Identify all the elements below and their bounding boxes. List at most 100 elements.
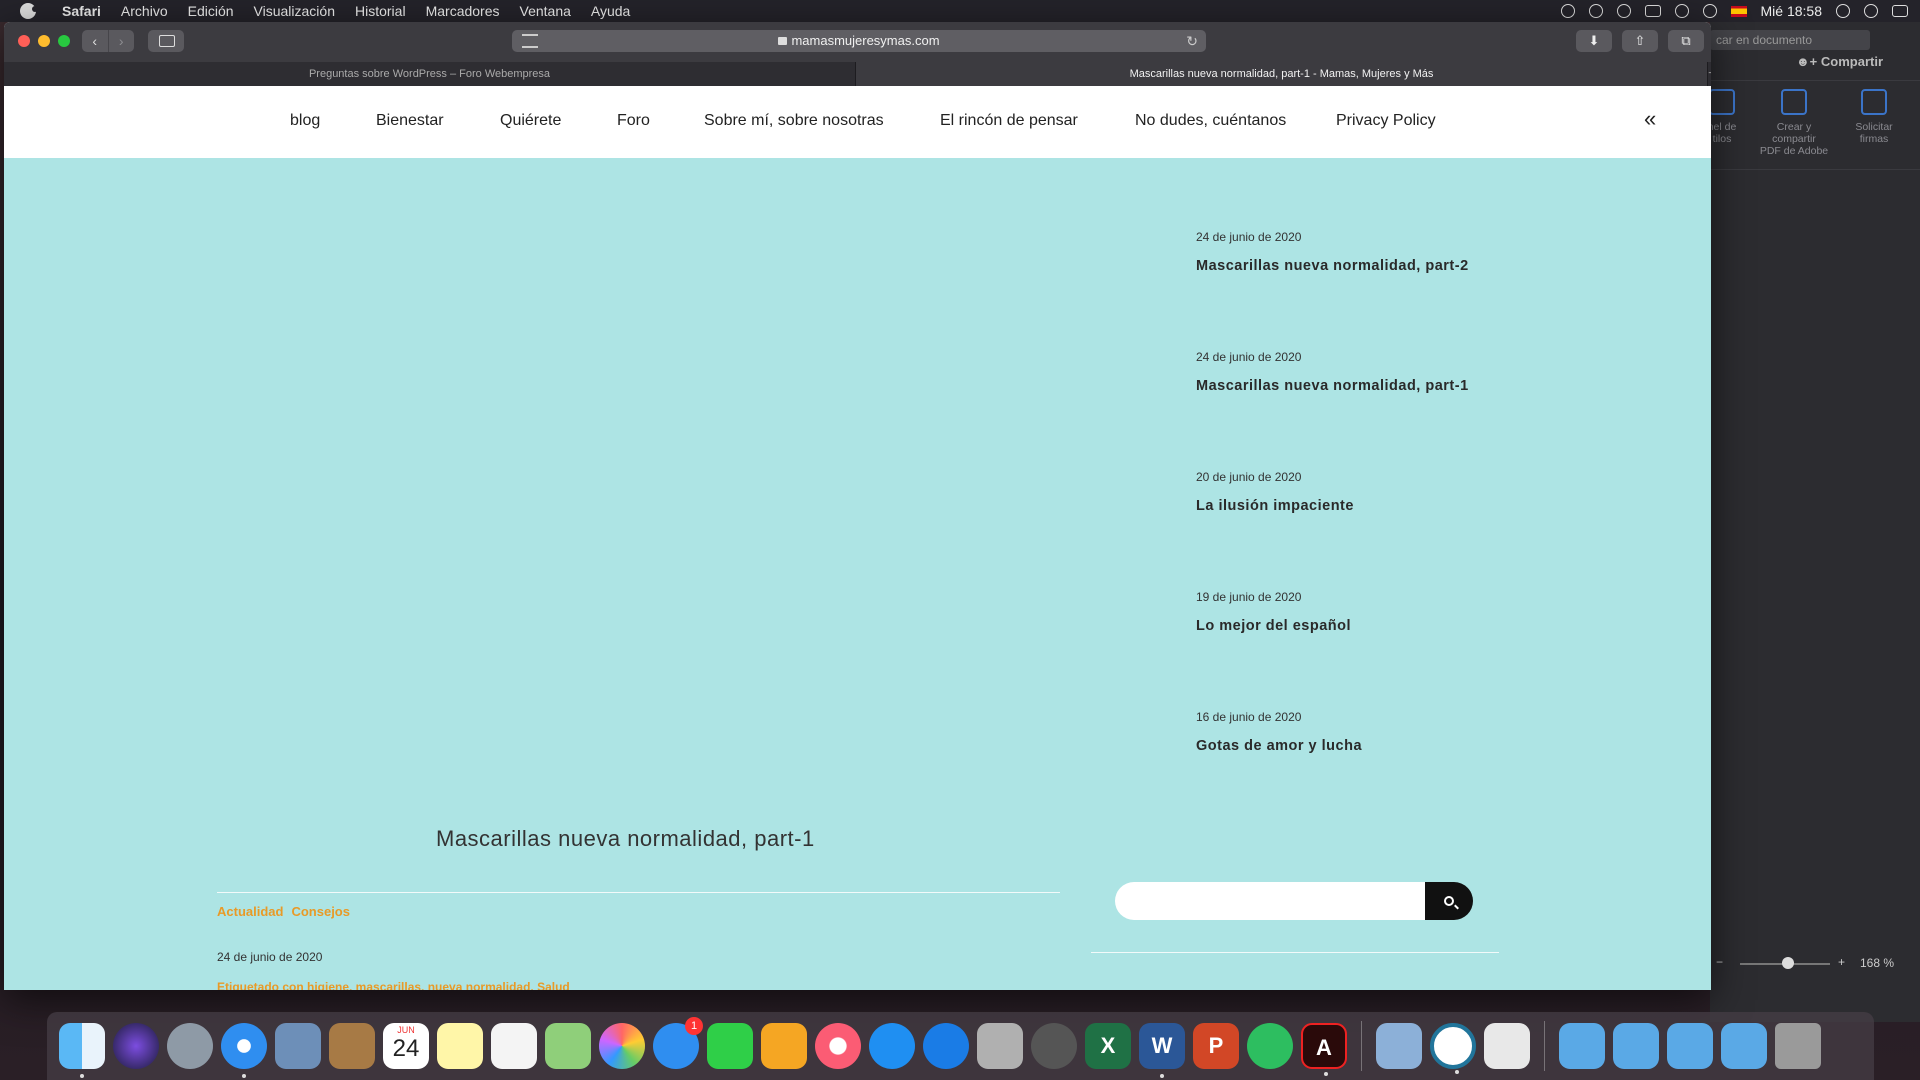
messages-icon[interactable]: 1 [653, 1017, 703, 1069]
forward-button[interactable]: › [107, 30, 135, 52]
menu-visualizacion[interactable]: Visualización [254, 3, 335, 19]
time-machine-icon[interactable] [1588, 4, 1603, 18]
siri-icon[interactable] [1864, 4, 1878, 18]
spotlight-search-icon[interactable] [1836, 4, 1850, 18]
input-source-flag-icon[interactable] [1730, 5, 1747, 17]
photos-icon[interactable] [599, 1023, 645, 1069]
calendar-icon[interactable]: 24 [383, 1023, 429, 1069]
acrobat-tool-create-share[interactable]: Crear y compartir PDF de Adobe [1754, 89, 1834, 157]
menu-ayuda[interactable]: Ayuda [591, 3, 630, 19]
volume-icon[interactable] [1702, 4, 1717, 18]
launchpad-icon[interactable] [167, 1023, 213, 1069]
creative-cloud-icon[interactable] [1560, 4, 1575, 18]
nav-no-dudes[interactable]: No dudes, cuéntanos [1135, 112, 1286, 130]
apple-icon[interactable] [20, 3, 38, 19]
downloads-folder-icon[interactable] [1559, 1023, 1605, 1069]
tab-mascarillas-active[interactable]: Mascarillas nueva normalidad, part-1 - M… [856, 62, 1708, 86]
recent-post-link[interactable]: Mascarillas nueva normalidad, part-1 [1196, 378, 1469, 394]
menu-marcadores[interactable]: Marcadores [426, 3, 500, 19]
reminders-icon[interactable] [491, 1023, 537, 1069]
itunes-icon[interactable] [815, 1023, 861, 1069]
nav-foro[interactable]: Foro [617, 112, 650, 130]
menu-historial[interactable]: Historial [355, 3, 406, 19]
word-icon[interactable]: W [1139, 1023, 1185, 1078]
app-store-icon[interactable] [869, 1023, 915, 1069]
tab-overview-button[interactable]: ⧉ [1668, 30, 1704, 52]
notes-icon[interactable] [437, 1023, 483, 1069]
siri-app-icon[interactable] [113, 1023, 159, 1069]
recent-post-link[interactable]: Lo mejor del español [1196, 618, 1351, 634]
minimize-window-button[interactable] [38, 35, 50, 47]
back-button[interactable]: ‹ [82, 30, 108, 52]
nav-bienestar[interactable]: Bienestar [376, 112, 444, 130]
acrobat-tool-request-signatures[interactable]: Solicitar firmas [1844, 89, 1904, 145]
trash-icon[interactable] [1775, 1023, 1821, 1069]
menu-archivo[interactable]: Archivo [121, 3, 168, 19]
applications-folder-icon[interactable] [1613, 1023, 1659, 1069]
close-window-button[interactable] [18, 35, 30, 47]
search-button[interactable] [1425, 882, 1473, 920]
nav-privacy-policy[interactable]: Privacy Policy [1336, 112, 1436, 130]
nav-blog[interactable]: blog [290, 112, 320, 130]
address-bar[interactable]: mamasmujeresymas.com ↻ [512, 30, 1206, 52]
recent-post: 19 de junio de 2020 Lo mejor del español [1196, 590, 1351, 634]
downloads-button[interactable]: ⬇ [1576, 30, 1612, 52]
textedit-icon[interactable] [1484, 1023, 1530, 1069]
excel-icon[interactable]: X [1085, 1023, 1131, 1069]
image-capture-icon[interactable] [1376, 1023, 1422, 1069]
safari-toolbar: ‹ › mamasmujeresymas.com ↻ ⬇ ⇧ ⧉ [4, 22, 1711, 62]
mail-icon[interactable] [275, 1023, 321, 1069]
zoom-out-icon[interactable]: − [1716, 955, 1723, 969]
wordpress-icon[interactable] [1430, 1023, 1476, 1074]
maps-icon[interactable] [545, 1023, 591, 1069]
post-tags[interactable]: Etiquetado con higiene, mascarillas, nue… [217, 980, 570, 990]
share-icon: ⇧ [1634, 33, 1646, 48]
recent-post-date: 24 de junio de 2020 [1196, 230, 1302, 244]
fullscreen-window-button[interactable] [58, 35, 70, 47]
menu-app-name[interactable]: Safari [62, 3, 101, 19]
tab-foro-webempresa[interactable]: Preguntas sobre WordPress – Foro Webempr… [4, 62, 856, 86]
preview-icon[interactable] [977, 1023, 1023, 1069]
acrobat-search-input[interactable]: car en documento [1710, 30, 1870, 50]
finder-icon[interactable] [59, 1023, 105, 1078]
screenshots-folder-icon[interactable] [1667, 1023, 1713, 1069]
tabs-overview-icon: ⧉ [1681, 33, 1691, 48]
recent-post-link[interactable]: La ilusión impaciente [1196, 498, 1354, 514]
wifi-icon[interactable] [1674, 4, 1689, 18]
recent-post-link[interactable]: Mascarillas nueva normalidad, part-2 [1196, 258, 1469, 274]
documents-folder-icon[interactable] [1721, 1023, 1767, 1069]
reader-view-icon[interactable] [522, 34, 538, 48]
menu-ventana[interactable]: Ventana [520, 3, 571, 19]
nav-quierete[interactable]: Quiérete [500, 112, 561, 130]
bluetooth-icon[interactable] [1616, 4, 1631, 18]
system-preferences-icon[interactable] [1031, 1023, 1077, 1069]
menu-edicion[interactable]: Edición [188, 3, 234, 19]
menu-clock[interactable]: Mié 18:58 [1761, 3, 1822, 19]
new-tab-button[interactable]: + [1708, 62, 1711, 86]
zoom-slider-knob[interactable] [1782, 957, 1794, 969]
sidebar-toggle-button[interactable] [148, 30, 184, 52]
double-chevron-left-icon[interactable]: « [1644, 106, 1656, 132]
contacts-icon[interactable] [329, 1023, 375, 1069]
zoom-in-icon[interactable]: + [1838, 955, 1845, 969]
nav-sobre-mi[interactable]: Sobre mí, sobre nosotras [704, 112, 884, 130]
recent-post-link[interactable]: Gotas de amor y lucha [1196, 738, 1362, 754]
acrobat-share-button[interactable]: ☻+ Compartir [1796, 54, 1883, 69]
evernote-icon[interactable] [1247, 1023, 1293, 1069]
acrobat-icon[interactable]: A [1301, 1023, 1347, 1076]
safari-icon[interactable] [221, 1023, 267, 1078]
category-link[interactable]: Consejos [291, 904, 350, 919]
acrobat-tool-label: Solicitar firmas [1855, 121, 1893, 145]
share-button[interactable]: ⇧ [1622, 30, 1658, 52]
nav-rincon-de-pensar[interactable]: El rincón de pensar [940, 112, 1078, 130]
facetime-icon[interactable] [707, 1023, 753, 1069]
pages-icon[interactable] [761, 1023, 807, 1069]
dock-separator [1361, 1021, 1362, 1071]
xcode-icon[interactable] [923, 1023, 969, 1069]
powerpoint-icon[interactable]: P [1193, 1023, 1239, 1069]
search-input[interactable] [1115, 882, 1425, 920]
notification-center-icon[interactable] [1892, 5, 1908, 17]
reload-icon[interactable]: ↻ [1186, 30, 1198, 52]
battery-icon[interactable] [1644, 5, 1661, 17]
category-link[interactable]: Actualidad [217, 904, 283, 919]
